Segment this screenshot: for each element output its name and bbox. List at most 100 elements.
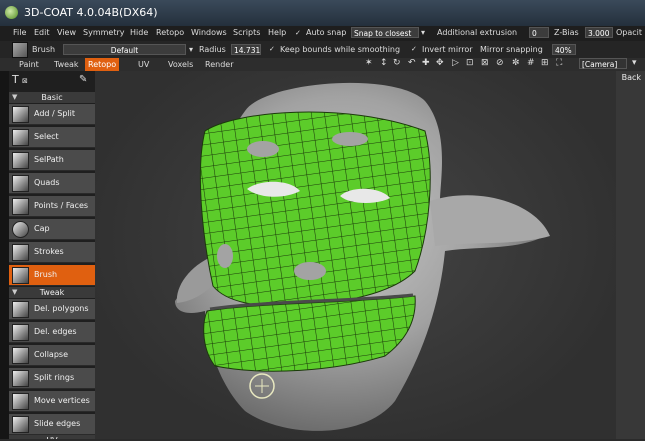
menu-symmetry[interactable]: Symmetry xyxy=(83,28,124,37)
opacity-label: Opacit xyxy=(616,28,643,37)
tool-label: Del. edges xyxy=(34,327,77,336)
camera-select[interactable]: [Camera] xyxy=(579,58,627,69)
brush-label: Brush xyxy=(32,45,56,54)
pen-icon[interactable]: ✎ xyxy=(79,74,87,85)
mesh-gap xyxy=(247,141,279,157)
grid-icon[interactable]: # xyxy=(527,58,535,68)
preset-select[interactable]: Default xyxy=(63,44,186,55)
triangle-icon[interactable]: ▷ xyxy=(452,58,459,68)
menu-view[interactable]: View xyxy=(57,28,76,37)
zbias-input[interactable]: 3.000 xyxy=(585,27,613,38)
collapse-triangle-icon[interactable]: ▼ xyxy=(12,287,17,298)
tool-label: Points / Faces xyxy=(34,201,89,210)
menu-hide[interactable]: Hide xyxy=(130,28,148,37)
tab-render[interactable]: Render xyxy=(202,58,236,71)
text-tool-icon[interactable]: T xyxy=(12,73,19,86)
section-uv[interactable]: UV xyxy=(9,435,95,439)
tool-strokes-button[interactable]: Strokes xyxy=(9,242,95,263)
mirror-snapping-input[interactable]: 40% xyxy=(552,44,576,55)
selpath-icon xyxy=(12,152,29,169)
tab-tweak[interactable]: Tweak xyxy=(51,58,82,71)
quads-icon xyxy=(12,175,29,192)
tab-paint[interactable]: Paint xyxy=(16,58,42,71)
tab-voxels[interactable]: Voxels xyxy=(165,58,196,71)
tool-brush-button[interactable]: Brush xyxy=(9,265,95,286)
undo-icon[interactable]: ↶ xyxy=(408,58,416,68)
panel-header: T ⊠ ✎ xyxy=(9,71,95,91)
tool-slide-edges-button[interactable]: Slide edges xyxy=(9,414,95,435)
tool-points-faces-button[interactable]: Points / Faces xyxy=(9,196,95,217)
tool-label: Del. polygons xyxy=(34,304,89,313)
auto-snap-checkbox[interactable]: ✓ xyxy=(295,29,303,37)
zbias-label: Z-Bias xyxy=(554,28,579,37)
tool-del-edges-button[interactable]: Del. edges xyxy=(9,322,95,343)
snap-mode-select[interactable]: Snap to closest xyxy=(351,27,419,38)
tool-del-polygons-button[interactable]: Del. polygons xyxy=(9,299,95,320)
tool-label: SelPath xyxy=(34,155,64,164)
menu-scripts[interactable]: Scripts xyxy=(233,28,260,37)
3d-viewport[interactable]: Back xyxy=(95,71,645,439)
menu-windows[interactable]: Windows xyxy=(191,28,227,37)
viewport-canvas[interactable] xyxy=(95,71,616,439)
transform-icon[interactable]: ✥ xyxy=(436,58,444,68)
zoom-icon[interactable]: ⊠ xyxy=(481,58,489,68)
move-icon[interactable]: ↕ xyxy=(380,58,388,68)
gear-icon[interactable]: ✼ xyxy=(512,58,520,68)
tool-selpath-button[interactable]: SelPath xyxy=(9,150,95,171)
tool-cap-button[interactable]: Cap xyxy=(9,219,95,240)
ear-right xyxy=(430,195,550,246)
tool-label: Strokes xyxy=(34,247,64,256)
tab-uv[interactable]: UV xyxy=(135,58,152,71)
additional-extrusion-label: Additional extrusion xyxy=(437,28,518,37)
tool-label: Collapse xyxy=(34,350,68,359)
tools-panel: T ⊠ ✎ ▼ Basic Add / Split Select SelPath… xyxy=(9,71,95,439)
camera-dropdown-arrow-icon[interactable]: ▾ xyxy=(632,58,637,68)
menu-edit[interactable]: Edit xyxy=(34,28,50,37)
tool-move-vertices-button[interactable]: Move vertices xyxy=(9,391,95,412)
no-entry-icon[interactable]: ⊘ xyxy=(496,58,504,68)
invert-mirror-checkbox[interactable]: ✓ xyxy=(411,45,419,53)
menu-bar: File Edit View Symmetry Hide Retopo Wind… xyxy=(0,26,645,41)
keep-bounds-label: Keep bounds while smoothing xyxy=(280,45,401,54)
tab-retopo[interactable]: Retopo xyxy=(85,58,120,71)
section-basic[interactable]: ▼ Basic xyxy=(9,92,95,103)
tool-collapse-button[interactable]: Collapse xyxy=(9,345,95,366)
tool-quads-button[interactable]: Quads xyxy=(9,173,95,194)
brush-icon[interactable] xyxy=(12,42,28,58)
tool-label: Quads xyxy=(34,178,60,187)
radius-input[interactable]: 14.731 xyxy=(231,44,261,55)
mesh-gap xyxy=(332,132,368,146)
menu-help[interactable]: Help xyxy=(268,28,286,37)
tool-split-rings-button[interactable]: Split rings xyxy=(9,368,95,389)
select-icon xyxy=(12,129,29,146)
collapse-triangle-icon[interactable]: ▼ xyxy=(12,92,17,103)
rotate-icon[interactable]: ↻ xyxy=(393,58,401,68)
section-tweak-label: Tweak xyxy=(39,288,65,297)
tool-label: Brush xyxy=(34,270,58,279)
close-small-icon[interactable]: ⊠ xyxy=(22,77,28,85)
view-back-label[interactable]: Back xyxy=(622,73,641,82)
points-faces-icon xyxy=(12,198,29,215)
snap-dropdown-arrow-icon[interactable]: ▾ xyxy=(421,28,425,37)
frame-icon[interactable]: ⊡ xyxy=(466,58,474,68)
preset-dropdown-arrow-icon[interactable]: ▾ xyxy=(189,45,193,54)
tool-add-split-button[interactable]: Add / Split xyxy=(9,104,95,125)
model-render xyxy=(175,82,550,431)
brush-tool-icon xyxy=(12,267,29,284)
crosshair-icon[interactable]: ✚ xyxy=(422,58,430,68)
menu-retopo[interactable]: Retopo xyxy=(156,28,184,37)
tool-options-bar: Brush Default ▾ Radius 14.731 ✓ Keep bou… xyxy=(0,41,645,58)
tool-select-button[interactable]: Select xyxy=(9,127,95,148)
menu-file[interactable]: File xyxy=(13,28,26,37)
tool-label: Add / Split xyxy=(34,109,76,118)
extrusion-input[interactable]: 0 xyxy=(529,27,549,38)
star-icon[interactable]: ✶ xyxy=(365,58,373,68)
move-vertices-icon xyxy=(12,393,29,410)
mirror-snapping-label: Mirror snapping xyxy=(480,45,543,54)
mesh-gap xyxy=(217,244,233,268)
section-tweak[interactable]: ▼ Tweak xyxy=(9,287,95,298)
keep-bounds-checkbox[interactable]: ✓ xyxy=(269,45,277,53)
fit-icon[interactable]: ⊞ xyxy=(541,58,549,68)
maximize-icon[interactable]: ⛶ xyxy=(556,58,562,68)
add-split-icon xyxy=(12,106,29,123)
